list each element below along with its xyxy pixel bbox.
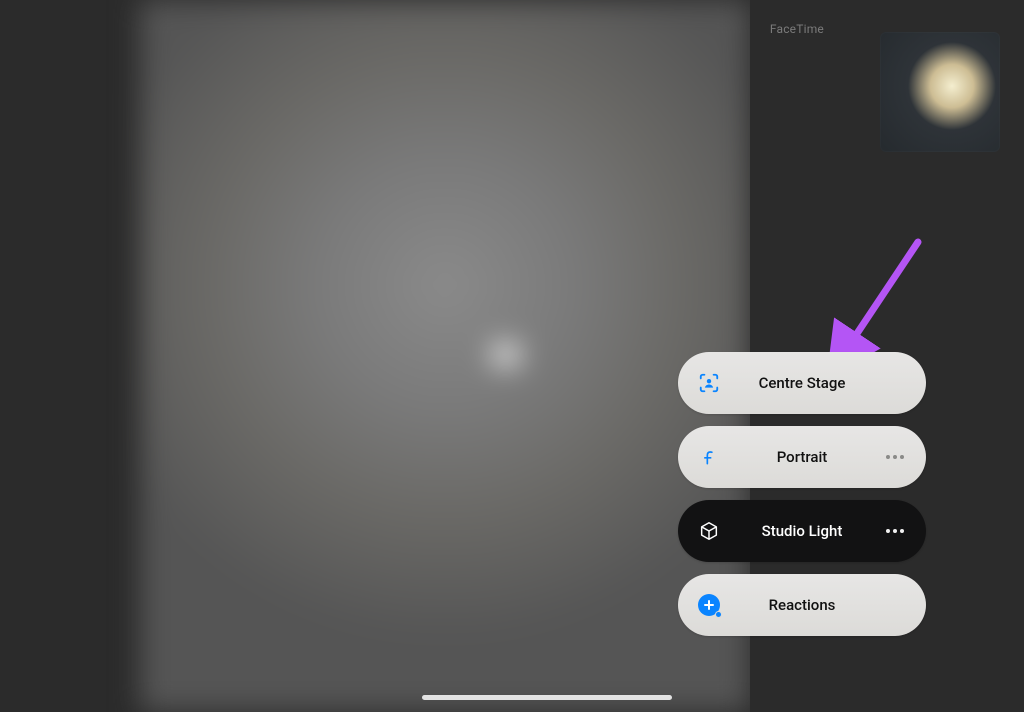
aperture-f-icon — [696, 444, 722, 470]
centre-stage-label: Centre Stage — [722, 374, 882, 392]
reactions-option[interactable]: Reactions — [678, 574, 926, 636]
ellipsis-icon — [886, 455, 904, 459]
app-window: FaceTime Centre Stage — [0, 0, 1024, 712]
studio-light-label: Studio Light — [722, 522, 882, 540]
app-label: FaceTime — [770, 22, 824, 36]
studio-light-option[interactable]: Studio Light — [678, 500, 926, 562]
cube-icon — [696, 518, 722, 544]
ellipsis-icon — [886, 529, 904, 533]
video-effects-menu: Centre Stage Portrait — [678, 352, 926, 636]
centre-stage-icon — [696, 370, 722, 396]
centre-stage-option[interactable]: Centre Stage — [678, 352, 926, 414]
reactions-plus-icon — [696, 592, 722, 618]
spacer — [882, 592, 908, 618]
portrait-label: Portrait — [722, 448, 882, 466]
camera-feed — [140, 0, 750, 712]
portrait-option[interactable]: Portrait — [678, 426, 926, 488]
studio-light-more-button[interactable] — [882, 518, 908, 544]
left-margin — [0, 0, 140, 712]
self-view-thumbnail[interactable] — [880, 32, 1000, 152]
reactions-label: Reactions — [722, 596, 882, 614]
camera-light-spot — [492, 344, 520, 366]
spacer — [882, 370, 908, 396]
portrait-more-button[interactable] — [882, 444, 908, 470]
home-indicator[interactable] — [422, 695, 672, 700]
